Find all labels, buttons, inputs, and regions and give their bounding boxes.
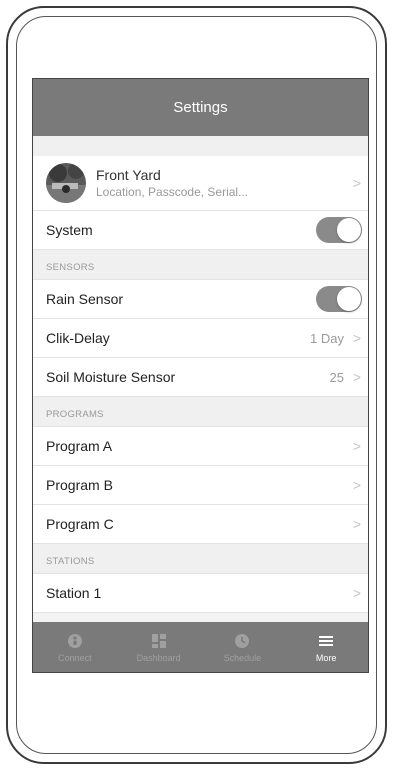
nav-header: Settings [33,79,368,136]
profile-row[interactable]: Front Yard Location, Passcode, Serial...… [33,156,368,211]
rain-sensor-label: Rain Sensor [46,291,124,307]
station-1-row[interactable]: Station 1 > [33,574,368,613]
chevron-right-icon: > [352,369,362,385]
chevron-right-icon: > [352,438,362,454]
program-a-row[interactable]: Program A > [33,427,368,466]
app-screen: Settings Front Yard Location, Passcode, … [32,78,369,673]
clik-delay-value: 1 Day [310,330,344,346]
chevron-right-icon: > [352,516,362,532]
toggle-knob [337,218,361,242]
chevron-right-icon: > [352,330,362,346]
profile-title: Front Yard [96,167,161,183]
program-b-row[interactable]: Program B > [33,466,368,505]
system-label: System [46,222,93,238]
program-label: Program B [46,477,113,493]
tab-label: Schedule [223,652,262,663]
station-label: Station 1 [46,585,102,601]
chevron-right-icon: > [352,585,362,601]
soil-moisture-label: Soil Moisture Sensor [46,369,176,385]
chevron-right-icon: > [352,175,362,191]
tab-more[interactable]: More [284,622,368,672]
connect-icon [66,632,84,650]
tab-label: Dashboard [136,652,181,663]
tab-bar: Connect Dashboard Schedule More [33,622,368,672]
section-header-sensors: SENSORS [33,250,368,280]
menu-icon [317,632,335,650]
program-c-row[interactable]: Program C > [33,505,368,544]
program-label: Program C [46,516,114,532]
section-header-programs: PROGRAMS [33,397,368,427]
clik-delay-label: Clik-Delay [46,330,110,346]
tab-schedule[interactable]: Schedule [201,622,285,672]
header-gap [33,136,368,156]
page-title: Settings [173,99,228,116]
rain-sensor-toggle[interactable] [316,286,362,312]
clik-delay-row[interactable]: Clik-Delay 1 Day > [33,319,368,358]
toggle-knob [337,287,361,311]
program-label: Program A [46,438,113,454]
avatar [46,163,86,203]
dashboard-icon [150,632,168,650]
soil-moisture-row[interactable]: Soil Moisture Sensor 25 > [33,358,368,397]
rain-sensor-row: Rain Sensor [33,280,368,319]
schedule-icon [233,632,251,650]
system-row: System [33,211,368,250]
profile-text: Front Yard Location, Passcode, Serial... [96,167,346,199]
tab-connect[interactable]: Connect [33,622,117,672]
tab-dashboard[interactable]: Dashboard [117,622,201,672]
tab-label: More [315,652,337,663]
system-toggle[interactable] [316,217,362,243]
section-header-stations: STATIONS [33,544,368,574]
profile-subtitle: Location, Passcode, Serial... [96,185,249,199]
soil-moisture-value: 25 [329,369,344,385]
chevron-right-icon: > [352,477,362,493]
tab-label: Connect [58,652,92,663]
